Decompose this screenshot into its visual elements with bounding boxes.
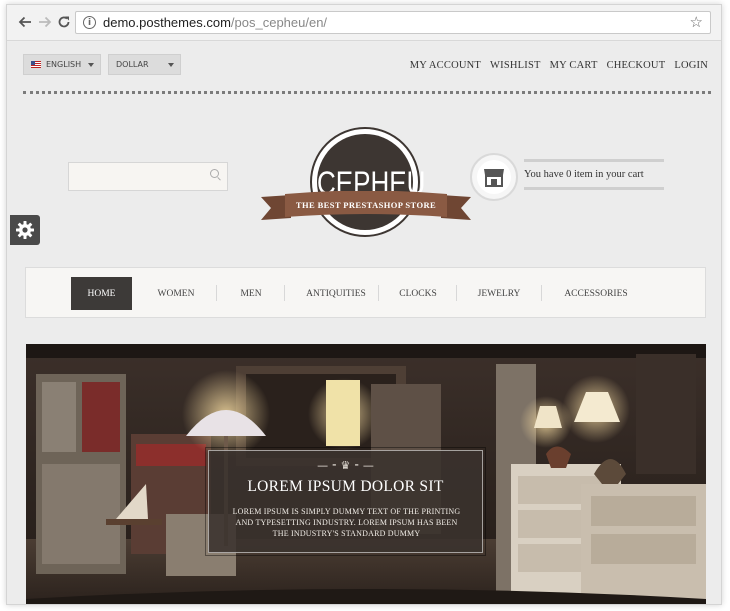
menu-item-accessories[interactable]: ACCESSORIES xyxy=(551,277,641,310)
arrow-left-icon xyxy=(18,16,31,28)
wishlist-link[interactable]: WISHLIST xyxy=(490,60,541,71)
shop-icon xyxy=(484,169,504,187)
crown-icon: — ⁃ ♛ ⁃ — xyxy=(317,459,374,472)
cart-icon-wrap xyxy=(477,160,511,194)
menu-divider xyxy=(284,285,285,301)
language-label: ENGLISH xyxy=(46,60,82,69)
slide-title: LOREM IPSUM DOLOR SIT xyxy=(247,478,444,495)
cart-summary-text: You have 0 item in your cart xyxy=(524,169,644,180)
web-page: ENGLISH DOLLAR MY ACCOUNT WISHLIST MY CA… xyxy=(7,42,721,604)
url-path: /pos_cepheu/en/ xyxy=(230,15,328,30)
menu-item-women[interactable]: WOMEN xyxy=(146,277,206,310)
address-bar[interactable]: i demo.posthemes.com/pos_cepheu/en/ ☆ xyxy=(75,11,711,34)
settings-button[interactable] xyxy=(10,215,40,245)
menu-divider xyxy=(216,285,217,301)
url-text: demo.posthemes.com/pos_cepheu/en/ xyxy=(103,15,327,30)
currency-selector[interactable]: DOLLAR xyxy=(108,54,181,75)
my-account-link[interactable]: MY ACCOUNT xyxy=(410,60,481,71)
url-host: demo.posthemes.com xyxy=(103,15,231,30)
caret-down-icon xyxy=(88,63,94,67)
my-cart-link[interactable]: MY CART xyxy=(550,60,598,71)
currency-label: DOLLAR xyxy=(116,60,149,69)
back-button[interactable] xyxy=(17,14,33,30)
slide-description: LOREM IPSUM IS SIMPLY DUMMY TEXT OF THE … xyxy=(232,507,461,538)
login-link[interactable]: LOGIN xyxy=(674,60,708,71)
menu-item-home[interactable]: HOME xyxy=(71,277,132,310)
slide-caption: — ⁃ ♛ ⁃ — LOREM IPSUM DOLOR SIT LOREM IP… xyxy=(205,447,486,556)
forward-button[interactable] xyxy=(37,14,53,30)
menu-item-antiquities[interactable]: ANTIQUITIES xyxy=(296,277,376,310)
us-flag-icon xyxy=(31,61,41,68)
hero-slider[interactable]: — ⁃ ♛ ⁃ — LOREM IPSUM DOLOR SIT LOREM IP… xyxy=(26,344,706,604)
cart-summary[interactable]: You have 0 item in your cart xyxy=(524,159,664,190)
menu-divider xyxy=(456,285,457,301)
reload-icon xyxy=(58,16,70,28)
logo-tagline: THE BEST PRESTASHOP STORE xyxy=(295,200,437,210)
browser-window: i demo.posthemes.com/pos_cepheu/en/ ☆ EN… xyxy=(6,4,722,605)
search-icon[interactable] xyxy=(210,169,219,178)
reload-button[interactable] xyxy=(56,14,72,30)
menu-item-men[interactable]: MEN xyxy=(226,277,276,310)
main-menu: HOME WOMEN MEN ANTIQUITIES CLOCKS JEWELR… xyxy=(25,267,706,318)
menu-divider xyxy=(541,285,542,301)
gear-icon xyxy=(16,221,34,239)
menu-item-clocks[interactable]: CLOCKS xyxy=(388,277,448,310)
browser-toolbar: i demo.posthemes.com/pos_cepheu/en/ ☆ xyxy=(7,5,721,41)
caret-down-icon xyxy=(168,63,174,67)
search-input[interactable] xyxy=(68,162,228,191)
star-icon[interactable]: ☆ xyxy=(690,13,703,31)
arrow-right-icon xyxy=(39,16,52,28)
header-links: MY ACCOUNT WISHLIST MY CART CHECKOUT LOG… xyxy=(410,60,708,71)
language-selector[interactable]: ENGLISH xyxy=(23,54,101,75)
header-divider xyxy=(23,91,711,94)
menu-divider xyxy=(378,285,379,301)
cart-button[interactable] xyxy=(470,153,518,201)
checkout-link[interactable]: CHECKOUT xyxy=(607,60,666,71)
info-icon[interactable]: i xyxy=(83,16,96,29)
menu-item-jewelry[interactable]: JEWELRY xyxy=(466,277,532,310)
